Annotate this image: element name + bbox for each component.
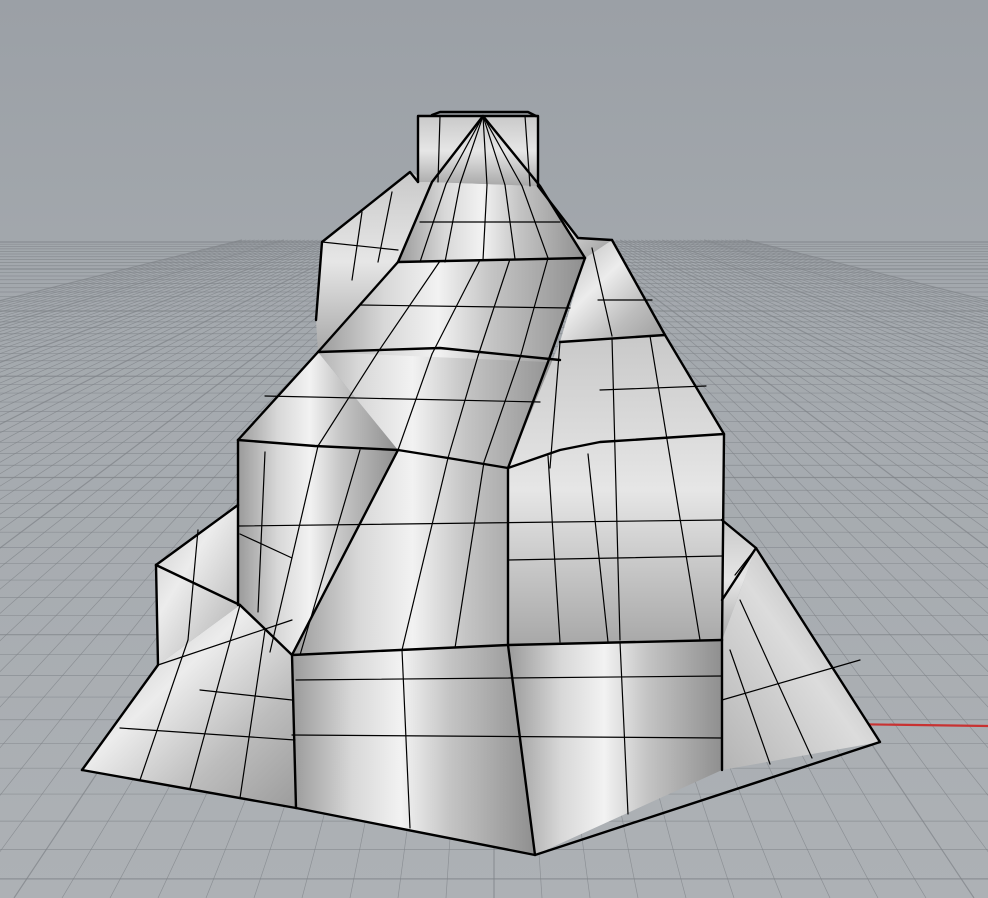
perspective-viewport[interactable] bbox=[0, 0, 988, 898]
viewport-canvas[interactable] bbox=[0, 0, 988, 898]
